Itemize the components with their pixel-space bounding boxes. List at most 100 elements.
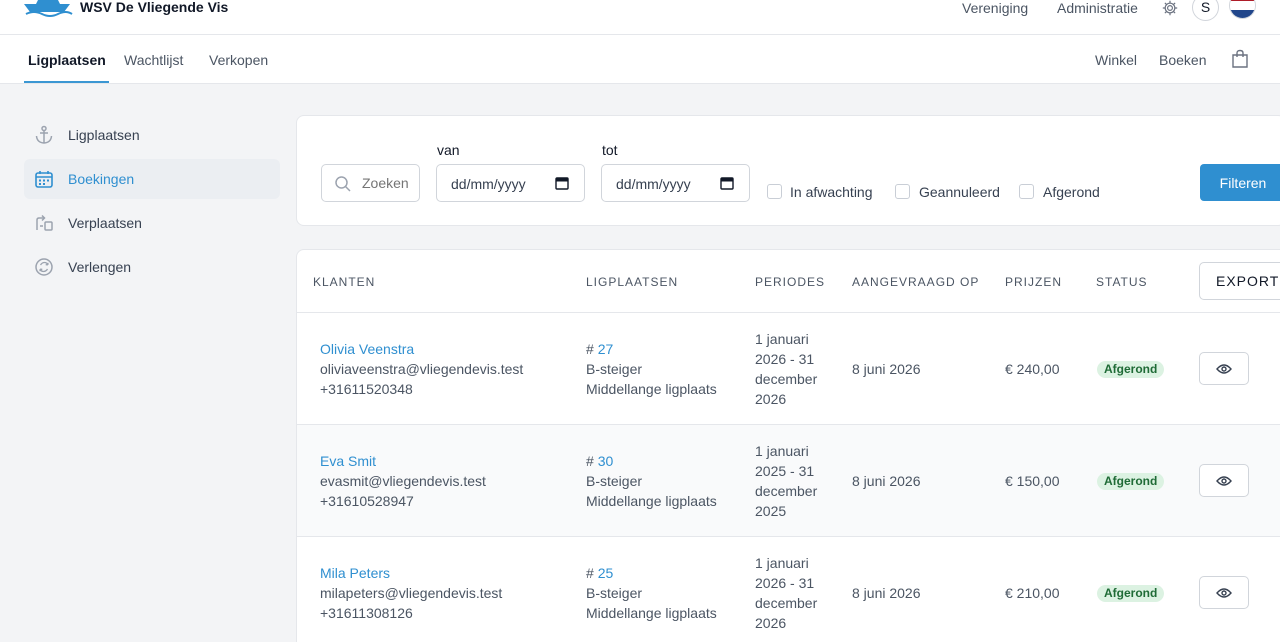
requested-date: 8 juni 2026 <box>852 473 921 489</box>
anchor-icon <box>35 125 53 144</box>
sidebar-item-ligplaatsen[interactable]: Ligplaatsen <box>24 115 280 155</box>
from-date-placeholder: dd/mm/yyyy <box>451 176 526 192</box>
search-icon <box>335 176 351 192</box>
period-cell: 1 januari 2026 - 31 december 2026 <box>755 329 817 409</box>
shopping-bag-icon[interactable] <box>1230 49 1250 69</box>
period-line: 2026 <box>755 391 787 407</box>
checkbox-label-afgerond[interactable]: Afgerond <box>1043 184 1100 200</box>
renew-icon <box>35 258 53 276</box>
period-line: 1 januari <box>755 443 809 459</box>
active-tab-indicator <box>24 81 109 83</box>
to-date-input[interactable]: dd/mm/yyyy <box>601 164 750 202</box>
berth-number-link[interactable]: 27 <box>598 341 614 357</box>
nav-boeken[interactable]: Boeken <box>1159 52 1206 68</box>
period-line: 2026 <box>755 615 787 631</box>
berth-number-link[interactable]: 30 <box>598 453 614 469</box>
filter-button[interactable]: Filteren <box>1200 164 1280 201</box>
berth-pier: B-steiger <box>586 361 643 377</box>
checkbox-in-afwachting[interactable] <box>767 184 782 199</box>
berth-pier: B-steiger <box>586 585 643 601</box>
sidebar-item-label: Ligplaatsen <box>68 127 140 143</box>
period-line: december <box>755 595 818 611</box>
status-badge: Afgerond <box>1097 361 1165 378</box>
sidebar-item-label: Verplaatsen <box>68 215 142 231</box>
column-header-ligplaatsen: Ligplaatsen <box>586 275 679 289</box>
customer-email: milapeters@vliegendevis.test <box>320 585 503 601</box>
requested-date: 8 juni 2026 <box>852 361 921 377</box>
customer-name-link[interactable]: Eva Smit <box>320 451 486 471</box>
berth-cell: # 25 B-steiger Middellange ligplaats <box>586 563 717 623</box>
berth-hash: # <box>586 341 594 357</box>
table-row: Olivia Veenstra oliviaveenstra@vliegende… <box>297 313 1280 425</box>
status-badge: Afgerond <box>1097 585 1165 602</box>
user-avatar[interactable]: S <box>1192 0 1219 21</box>
column-header-aangevraagd-op: Aangevraagd op <box>852 275 980 289</box>
tab-ligplaatsen[interactable]: Ligplaatsen <box>28 52 106 68</box>
search-field[interactable] <box>321 164 420 202</box>
top-header: WSV De Vliegende Vis Vereniging Administ… <box>0 0 1280 35</box>
berth-cell: # 27 B-steiger Middellange ligplaats <box>586 339 717 399</box>
checkbox-label-in-afwachting[interactable]: In afwachting <box>790 184 873 200</box>
nav-administratie[interactable]: Administratie <box>1057 0 1138 16</box>
checkbox-label-geannuleerd[interactable]: Geannuleerd <box>919 184 1000 200</box>
customer-name-link[interactable]: Mila Peters <box>320 563 502 583</box>
calendar-icon <box>35 171 53 188</box>
tab-wachtlijst[interactable]: Wachtlijst <box>124 52 183 68</box>
customer-name-link[interactable]: Olivia Veenstra <box>320 339 523 359</box>
tab-verkopen[interactable]: Verkopen <box>209 52 268 68</box>
requested-date: 8 juni 2026 <box>852 585 921 601</box>
sidebar-item-verplaatsen[interactable]: Verplaatsen <box>24 203 280 243</box>
customer-cell: Eva Smit evasmit@vliegendevis.test +3161… <box>320 451 486 511</box>
berth-pier: B-steiger <box>586 473 643 489</box>
from-date-label: van <box>437 142 460 158</box>
dutch-flag-icon[interactable] <box>1229 0 1256 19</box>
berth-type: Middellange ligplaats <box>586 493 717 509</box>
bookings-table: Klanten Ligplaatsen Periodes Aangevraagd… <box>296 249 1280 642</box>
customer-phone: +31611520348 <box>320 381 413 397</box>
period-line: 2026 - 31 <box>755 575 815 591</box>
calendar-picker-icon[interactable] <box>720 176 734 190</box>
column-header-periodes: Periodes <box>755 275 826 289</box>
period-line: 2025 <box>755 503 787 519</box>
calendar-picker-icon[interactable] <box>555 176 569 190</box>
sidebar-item-verlengen[interactable]: Verlengen <box>24 247 280 287</box>
customer-phone: +31611308126 <box>320 605 413 621</box>
eye-icon <box>1216 364 1232 374</box>
nav-winkel[interactable]: Winkel <box>1095 52 1137 68</box>
column-header-klanten: Klanten <box>313 275 376 289</box>
from-date-input[interactable]: dd/mm/yyyy <box>436 164 585 202</box>
period-line: 1 januari <box>755 555 809 571</box>
checkbox-afgerond[interactable] <box>1019 184 1034 199</box>
table-row: Mila Peters milapeters@vliegendevis.test… <box>297 537 1280 642</box>
price: € 150,00 <box>1005 473 1060 489</box>
move-icon <box>36 214 53 231</box>
customer-phone: +31610528947 <box>320 493 414 509</box>
view-button[interactable] <box>1199 576 1249 609</box>
customer-email: evasmit@vliegendevis.test <box>320 473 486 489</box>
berth-number-link[interactable]: 25 <box>598 565 614 581</box>
sidebar-item-label: Boekingen <box>68 171 135 187</box>
customer-cell: Olivia Veenstra oliviaveenstra@vliegende… <box>320 339 523 399</box>
period-line: 2025 - 31 <box>755 463 815 479</box>
search-input[interactable] <box>362 173 418 193</box>
brand-name[interactable]: WSV De Vliegende Vis <box>80 0 228 15</box>
customer-cell: Mila Peters milapeters@vliegendevis.test… <box>320 563 502 623</box>
period-cell: 1 januari 2025 - 31 december 2025 <box>755 441 817 521</box>
export-button[interactable]: EXPORT <box>1199 262 1280 300</box>
price: € 210,00 <box>1005 585 1060 601</box>
eye-icon <box>1216 476 1232 486</box>
table-header: Klanten Ligplaatsen Periodes Aangevraagd… <box>297 250 1280 313</box>
view-button[interactable] <box>1199 352 1249 385</box>
berth-type: Middellange ligplaats <box>586 605 717 621</box>
sub-navigation: Ligplaatsen Wachtlijst Verkopen Winkel B… <box>0 35 1280 84</box>
table-row: Eva Smit evasmit@vliegendevis.test +3161… <box>297 425 1280 537</box>
sidebar-item-boekingen[interactable]: Boekingen <box>24 159 280 199</box>
boat-logo-icon[interactable] <box>22 0 74 20</box>
sidebar-item-label: Verlengen <box>68 259 132 275</box>
view-button[interactable] <box>1199 464 1249 497</box>
period-cell: 1 januari 2026 - 31 december 2026 <box>755 553 817 633</box>
gear-icon[interactable] <box>1161 0 1179 16</box>
checkbox-geannuleerd[interactable] <box>895 184 910 199</box>
to-date-label: tot <box>602 142 618 158</box>
nav-vereniging[interactable]: Vereniging <box>962 0 1028 16</box>
